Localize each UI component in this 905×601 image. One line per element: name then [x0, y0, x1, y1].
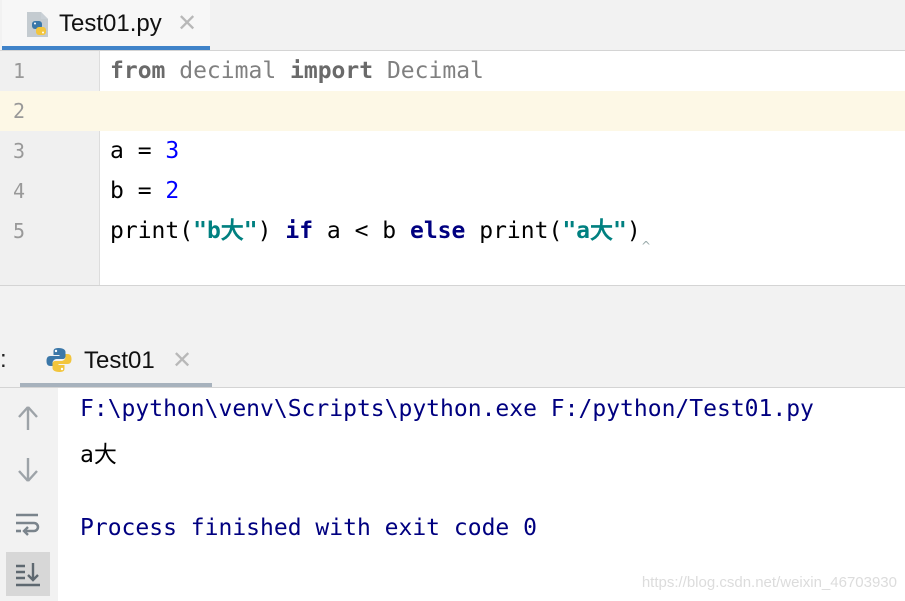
code-text: from decimal import Decimal — [110, 51, 484, 91]
module-name: decimal — [165, 58, 291, 84]
line-number: 5 — [13, 219, 26, 243]
code-token: print( — [110, 218, 194, 244]
assignment: a = — [110, 138, 166, 164]
watermark: https://blog.csdn.net/weixin_46703930 — [641, 574, 897, 591]
console-toolbar — [0, 388, 58, 601]
line-number: 1 — [13, 59, 26, 83]
python-icon — [45, 346, 73, 374]
close-icon[interactable]: ✕ — [177, 9, 197, 37]
editor-footer-bar — [0, 285, 905, 335]
scroll-to-end-button[interactable] — [6, 552, 50, 596]
arrow-up-icon — [18, 406, 38, 430]
code-text: b = 2 — [110, 171, 179, 211]
assignment: b = — [110, 178, 166, 204]
keyword: else — [409, 218, 466, 244]
code-line: 1 from decimal import Decimal — [0, 51, 905, 91]
scroll-down-button[interactable] — [6, 448, 50, 492]
arrow-down-icon — [18, 458, 38, 482]
code-token: print( — [465, 218, 563, 244]
code-token: ) — [257, 218, 286, 244]
editor-tab-label: Test01.py — [59, 10, 162, 37]
python-file-icon — [24, 11, 52, 39]
editor-tab-test01[interactable]: Test01.py ✕ — [2, 0, 210, 50]
line-number: 3 — [13, 139, 26, 163]
number-literal: 2 — [165, 178, 180, 204]
close-icon[interactable]: ✕ — [172, 346, 192, 374]
console-command-line: F:\python\venv\Scripts\python.exe F:/pyt… — [80, 396, 814, 422]
keyword: import — [290, 58, 374, 84]
string-literal: "b大" — [193, 218, 258, 244]
code-line: 4 b = 2 — [0, 171, 905, 211]
line-number: 4 — [13, 179, 26, 203]
code-line-current: 2 — [0, 91, 905, 131]
imported-name: Decimal — [373, 58, 484, 84]
code-editor[interactable]: 1 from decimal import Decimal 2 3 a = 3 … — [0, 51, 905, 285]
soft-wrap-icon — [16, 513, 40, 536]
caret-hint-icon: ^ — [641, 239, 652, 253]
editor-tab-bar: Test01.py ✕ — [0, 0, 905, 51]
console-output-line: a大 — [80, 442, 117, 468]
keyword: if — [285, 218, 314, 244]
console-exit-line: Process finished with exit code 0 — [80, 515, 537, 541]
number-literal: 3 — [165, 138, 180, 164]
scroll-to-end-icon — [16, 563, 40, 587]
run-tab-test01[interactable]: Test01 ✕ — [20, 334, 212, 387]
run-tool-window-header: : Test01 ✕ — [0, 334, 905, 388]
line-number: 2 — [13, 99, 26, 123]
keyword: from — [110, 58, 166, 84]
code-token: a < b — [313, 218, 410, 244]
run-tab-label: Test01 — [84, 347, 155, 374]
string-literal: "a大" — [562, 218, 627, 244]
code-text: print("b大") if a < b else print("a大") — [110, 211, 641, 251]
code-token: ) — [626, 218, 641, 244]
run-console[interactable]: F:\python\venv\Scripts\python.exe F:/pyt… — [58, 388, 905, 601]
soft-wrap-button[interactable] — [6, 502, 50, 546]
run-panel-prefix: : — [0, 346, 7, 373]
scroll-up-button[interactable] — [6, 396, 50, 440]
code-line: 3 a = 3 — [0, 131, 905, 171]
code-text: a = 3 — [110, 131, 179, 171]
code-line: 5 print("b大") if a < b else print("a大") — [0, 211, 905, 251]
